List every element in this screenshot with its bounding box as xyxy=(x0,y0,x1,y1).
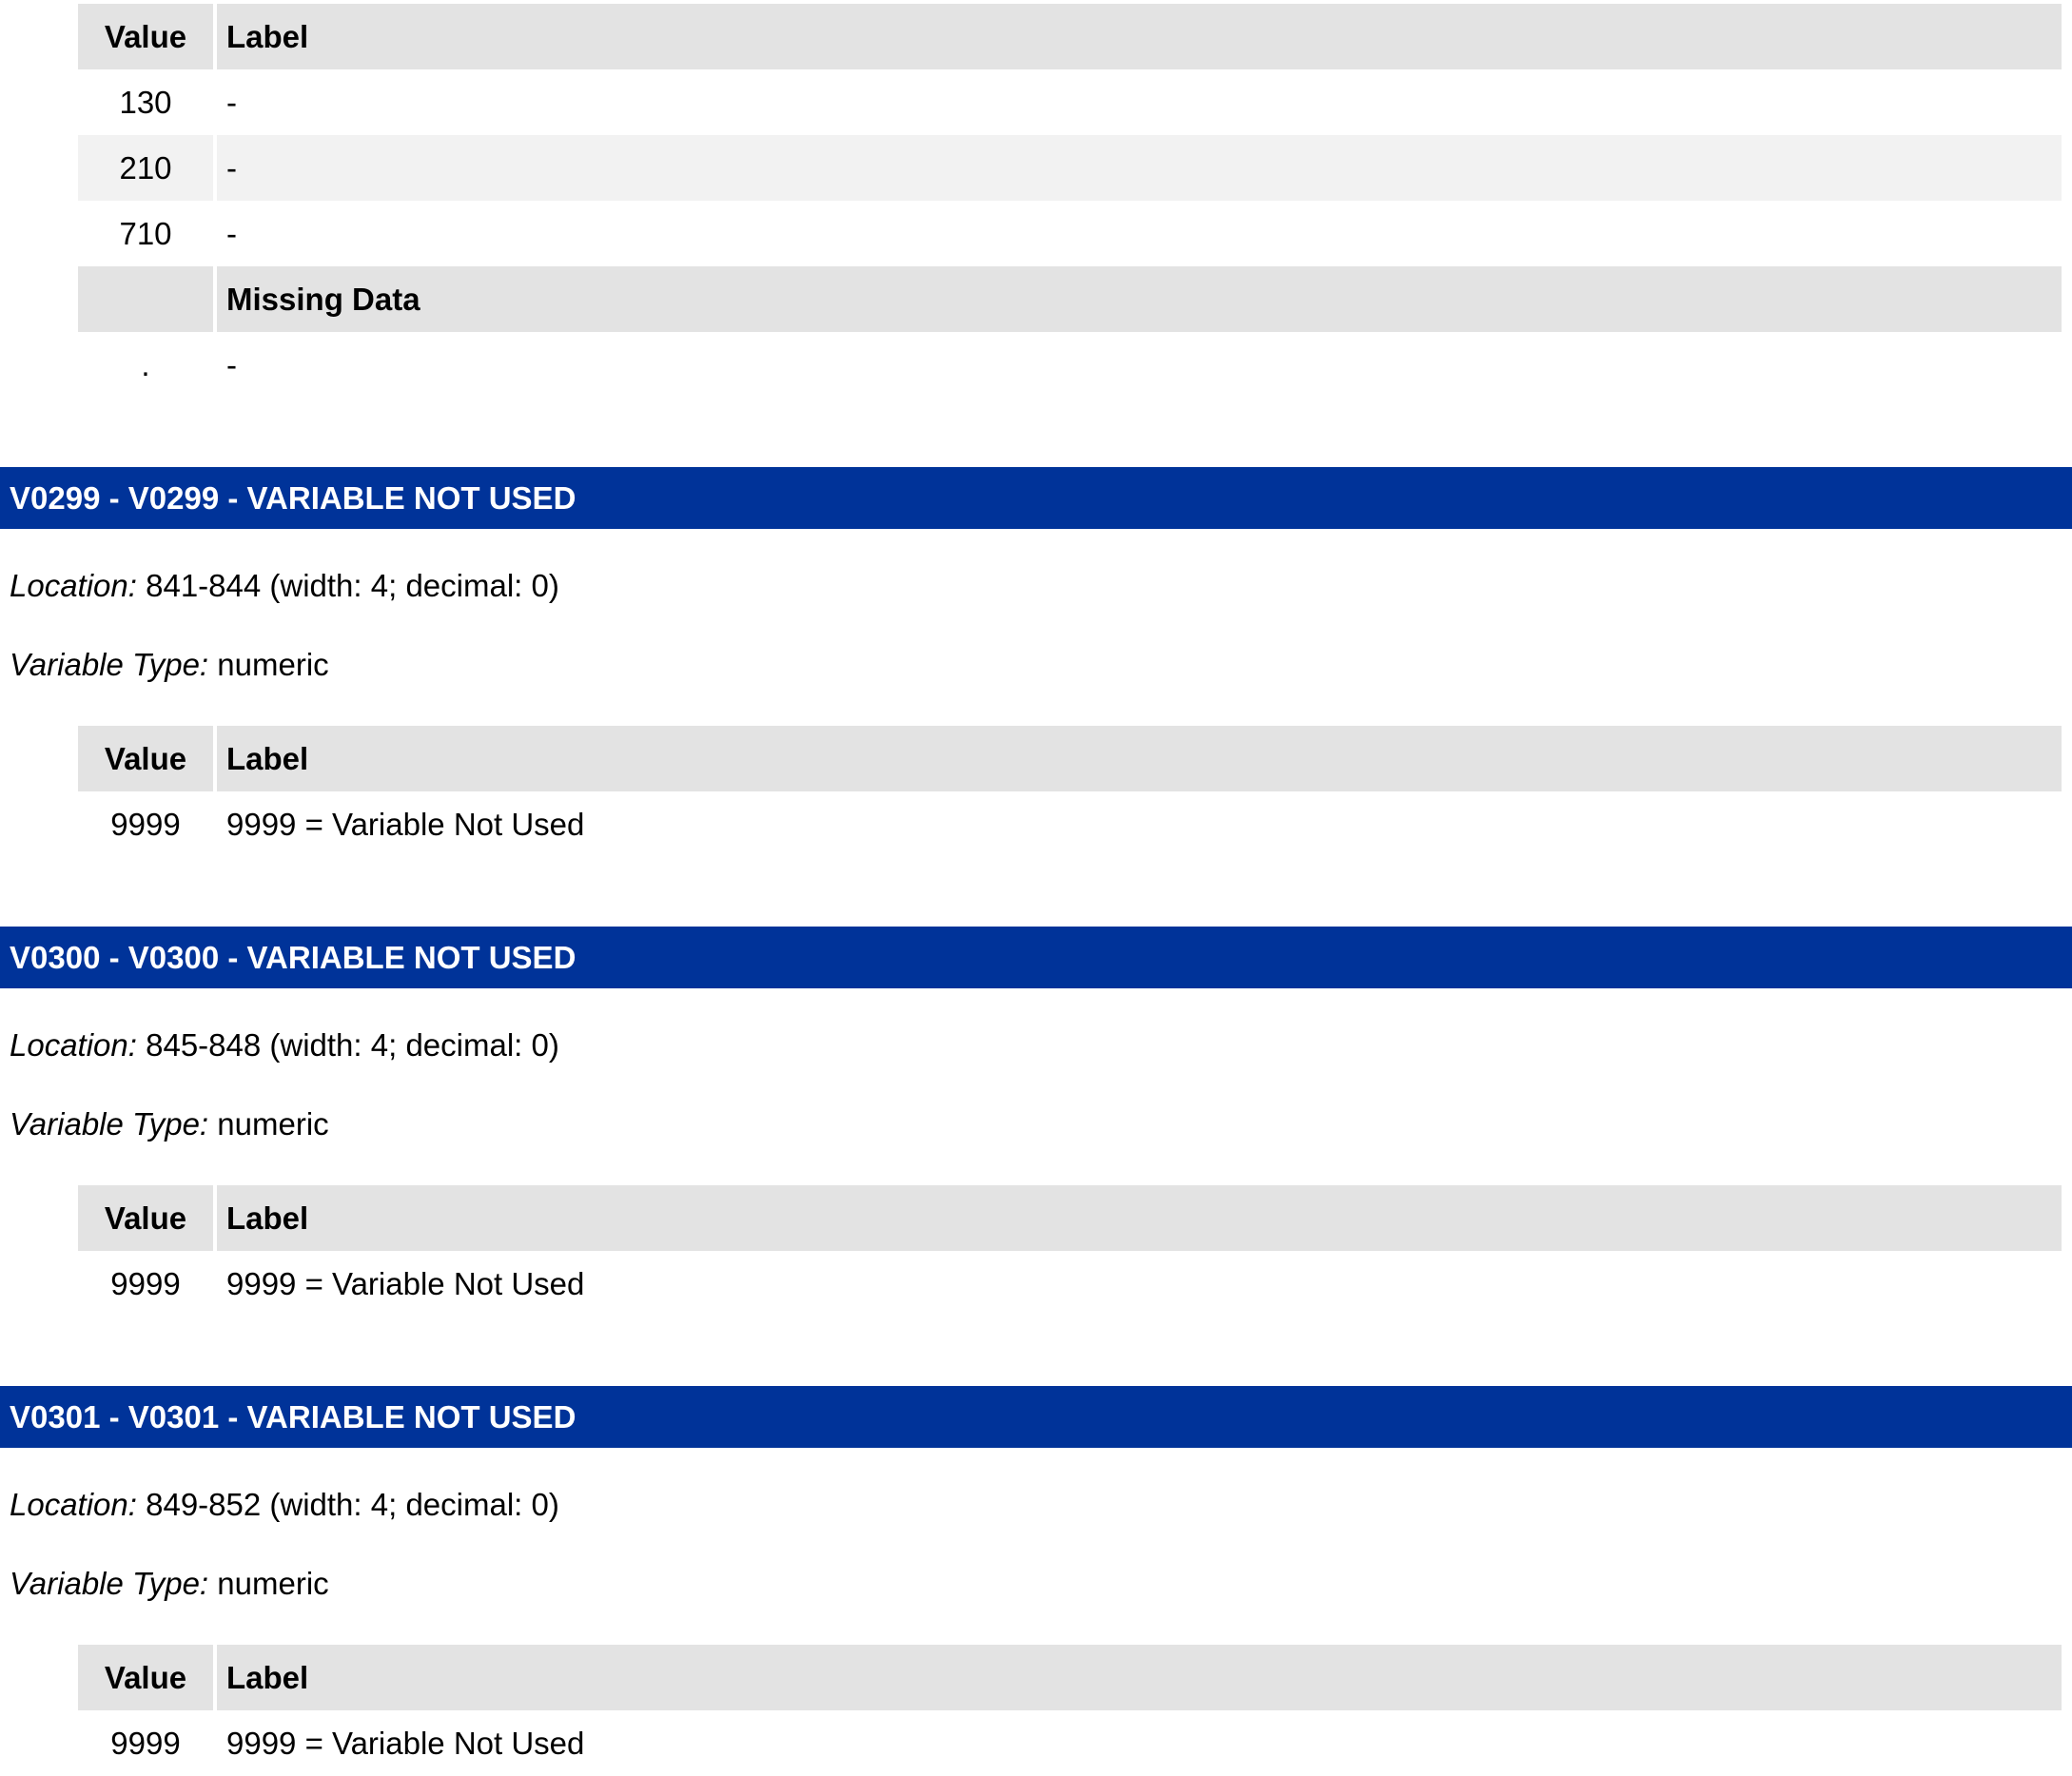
variable-title-bar: V0299 - V0299 - VARIABLE NOT USED xyxy=(0,467,2072,529)
value-label-table: Value Label 9999 9999 = Variable Not Use… xyxy=(78,1645,2062,1776)
table-header: Value Label xyxy=(78,4,2062,69)
value-label-table: Value Label 9999 9999 = Variable Not Use… xyxy=(78,1185,2062,1317)
variable-type-line: Variable Type: numeric xyxy=(0,1103,2072,1146)
value-cell xyxy=(78,266,213,332)
value-column-header: Value xyxy=(78,726,213,791)
variable-title-bar: V0301 - V0301 - VARIABLE NOT USED xyxy=(0,1386,2072,1448)
value-cell: 9999 xyxy=(110,1265,181,1301)
location-label: Location: xyxy=(10,568,137,603)
value-cell: 9999 xyxy=(110,1725,181,1761)
variable-type-line: Variable Type: numeric xyxy=(0,643,2072,687)
variable-type-label: Variable Type: xyxy=(10,647,209,682)
value-cell: 210 xyxy=(78,135,213,201)
variable-title-bar: V0300 - V0300 - VARIABLE NOT USED xyxy=(0,927,2072,988)
label-cell: - xyxy=(217,135,2062,201)
label-column-header: Label xyxy=(217,1185,2062,1251)
table-row: 130 - xyxy=(78,69,2062,135)
location-value: 849-852 (width: 4; decimal: 0) xyxy=(146,1487,559,1522)
table-row: 9999 9999 = Variable Not Used xyxy=(78,1251,2062,1317)
label-column-header: Label xyxy=(217,726,2062,791)
location-line: Location: 845-848 (width: 4; decimal: 0) xyxy=(0,1024,2072,1067)
location-value: 845-848 (width: 4; decimal: 0) xyxy=(146,1027,559,1063)
variable-type-line: Variable Type: numeric xyxy=(0,1562,2072,1606)
table-row: 9999 9999 = Variable Not Used xyxy=(78,1710,2062,1776)
label-cell: 9999 = Variable Not Used xyxy=(226,1265,585,1301)
variable-section: V0301 - V0301 - VARIABLE NOT USED Locati… xyxy=(0,1386,2072,1776)
location-value: 841-844 (width: 4; decimal: 0) xyxy=(146,568,559,603)
variable-type-value: numeric xyxy=(217,1106,329,1142)
variable-type-label: Variable Type: xyxy=(10,1566,209,1601)
label-column-header: Label xyxy=(217,4,2062,69)
label-cell: - xyxy=(226,84,237,120)
location-line: Location: 849-852 (width: 4; decimal: 0) xyxy=(0,1483,2072,1527)
label-cell: 9999 = Variable Not Used xyxy=(226,806,585,842)
table-row: 710 - xyxy=(78,201,2062,266)
variable-type-value: numeric xyxy=(217,647,329,682)
value-cell: 710 xyxy=(119,215,172,251)
value-column-header: Value xyxy=(78,4,213,69)
location-line: Location: 841-844 (width: 4; decimal: 0) xyxy=(0,564,2072,608)
value-cell: . xyxy=(141,346,150,382)
location-label: Location: xyxy=(10,1027,137,1063)
variable-type-value: numeric xyxy=(217,1566,329,1601)
table-header: Value Label xyxy=(78,1185,2062,1251)
value-label-table: Value Label 9999 9999 = Variable Not Use… xyxy=(78,726,2062,857)
variable-section: V0299 - V0299 - VARIABLE NOT USED Locati… xyxy=(0,467,2072,857)
label-column-header: Label xyxy=(217,1645,2062,1710)
value-cell: 9999 xyxy=(110,806,181,842)
table-header: Value Label xyxy=(78,726,2062,791)
value-cell: 130 xyxy=(119,84,172,120)
label-cell: 9999 = Variable Not Used xyxy=(226,1725,585,1761)
missing-data-header: Missing Data xyxy=(78,266,2062,332)
table-row: 210 - xyxy=(78,135,2062,201)
label-cell: - xyxy=(226,215,237,251)
table-header: Value Label xyxy=(78,1645,2062,1710)
variable-type-label: Variable Type: xyxy=(10,1106,209,1142)
missing-data-label: Missing Data xyxy=(217,266,2062,332)
label-cell: - xyxy=(226,346,237,382)
value-label-table: Value Label 130 - 210 - 710 - Missing Da… xyxy=(78,4,2062,398)
value-column-header: Value xyxy=(78,1185,213,1251)
table-row: 9999 9999 = Variable Not Used xyxy=(78,791,2062,857)
location-label: Location: xyxy=(10,1487,137,1522)
value-column-header: Value xyxy=(78,1645,213,1710)
variable-section: V0300 - V0300 - VARIABLE NOT USED Locati… xyxy=(0,927,2072,1317)
table-row: . - xyxy=(78,332,2062,398)
